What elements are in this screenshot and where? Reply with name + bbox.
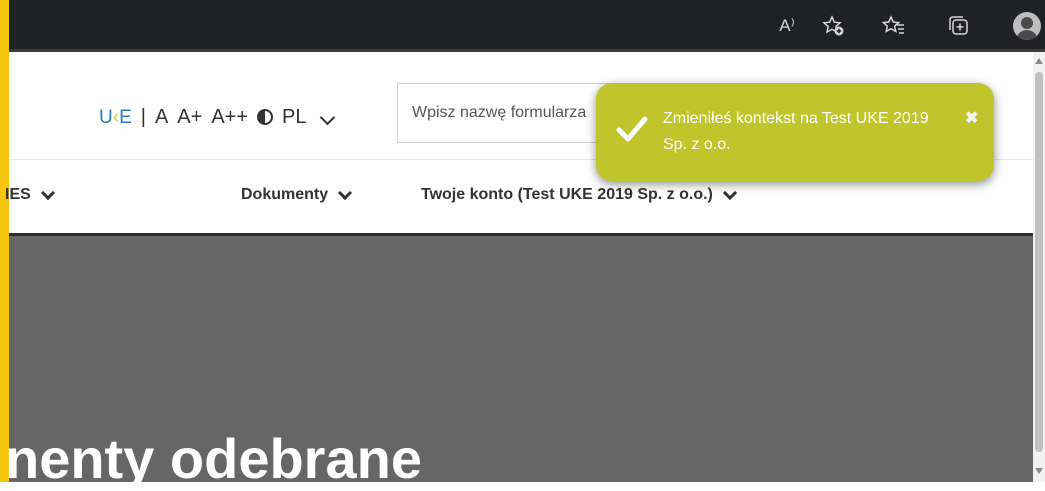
chevron-down-icon	[338, 185, 353, 200]
page-title: nenty odebrane	[5, 427, 422, 490]
favorites-icon[interactable]	[882, 14, 908, 38]
font-size-large-button[interactable]: A++	[211, 106, 248, 129]
accessibility-bar: U‹E | A A+ A++ PL	[99, 102, 351, 132]
separator: |	[140, 105, 146, 128]
scroll-up-arrow-icon[interactable]	[1035, 58, 1043, 64]
contrast-icon[interactable]	[257, 109, 274, 125]
nav-item-dokumenty[interactable]: Dokumenty	[241, 185, 353, 204]
left-accent-stripe	[0, 0, 9, 482]
avatar-head	[1021, 17, 1033, 29]
chevron-down-icon	[722, 185, 737, 200]
language-label: PL	[282, 105, 307, 128]
context-change-toast: Zmieniłeś kontekst na Test UKE 2019 Sp. …	[596, 83, 994, 181]
chevron-down-icon	[40, 185, 55, 200]
language-selector[interactable]: PL	[282, 106, 341, 129]
hero-banner: nenty odebrane	[5, 233, 1033, 490]
vertical-scrollbar[interactable]	[1033, 52, 1045, 482]
logo-letter-u: U	[99, 106, 113, 128]
add-favorite-icon[interactable]	[822, 14, 848, 38]
font-size-medium-button[interactable]: A+	[177, 106, 202, 129]
nav-item-ies[interactable]: IES	[5, 185, 55, 204]
checkmark-icon	[616, 116, 648, 142]
nav-item-account[interactable]: Twoje konto (Test UKE 2019 Sp. z o.o.)	[421, 185, 737, 204]
chevron-down-icon	[319, 109, 335, 125]
scroll-down-arrow-icon[interactable]	[1035, 468, 1043, 474]
uke-logo[interactable]: U‹E	[99, 106, 132, 129]
nav-item-label: Twoje konto (Test UKE 2019 Sp. z o.o.)	[421, 186, 713, 203]
avatar-body	[1016, 30, 1038, 40]
nav-item-label: IES	[5, 186, 31, 203]
close-icon[interactable]: ✖	[965, 108, 978, 128]
toast-message: Zmieniłeś kontekst na Test UKE 2019 Sp. …	[663, 110, 929, 153]
browser-toolbar: A⁾	[9, 0, 1045, 52]
collections-icon[interactable]	[947, 14, 973, 38]
scroll-thumb[interactable]	[1035, 72, 1043, 452]
logo-letter-e: E	[119, 106, 132, 128]
profile-icon[interactable]	[1013, 12, 1041, 40]
nav-item-label: Dokumenty	[241, 186, 329, 203]
read-aloud-icon[interactable]: A⁾	[774, 14, 800, 38]
font-size-normal-button[interactable]: A	[155, 106, 168, 129]
